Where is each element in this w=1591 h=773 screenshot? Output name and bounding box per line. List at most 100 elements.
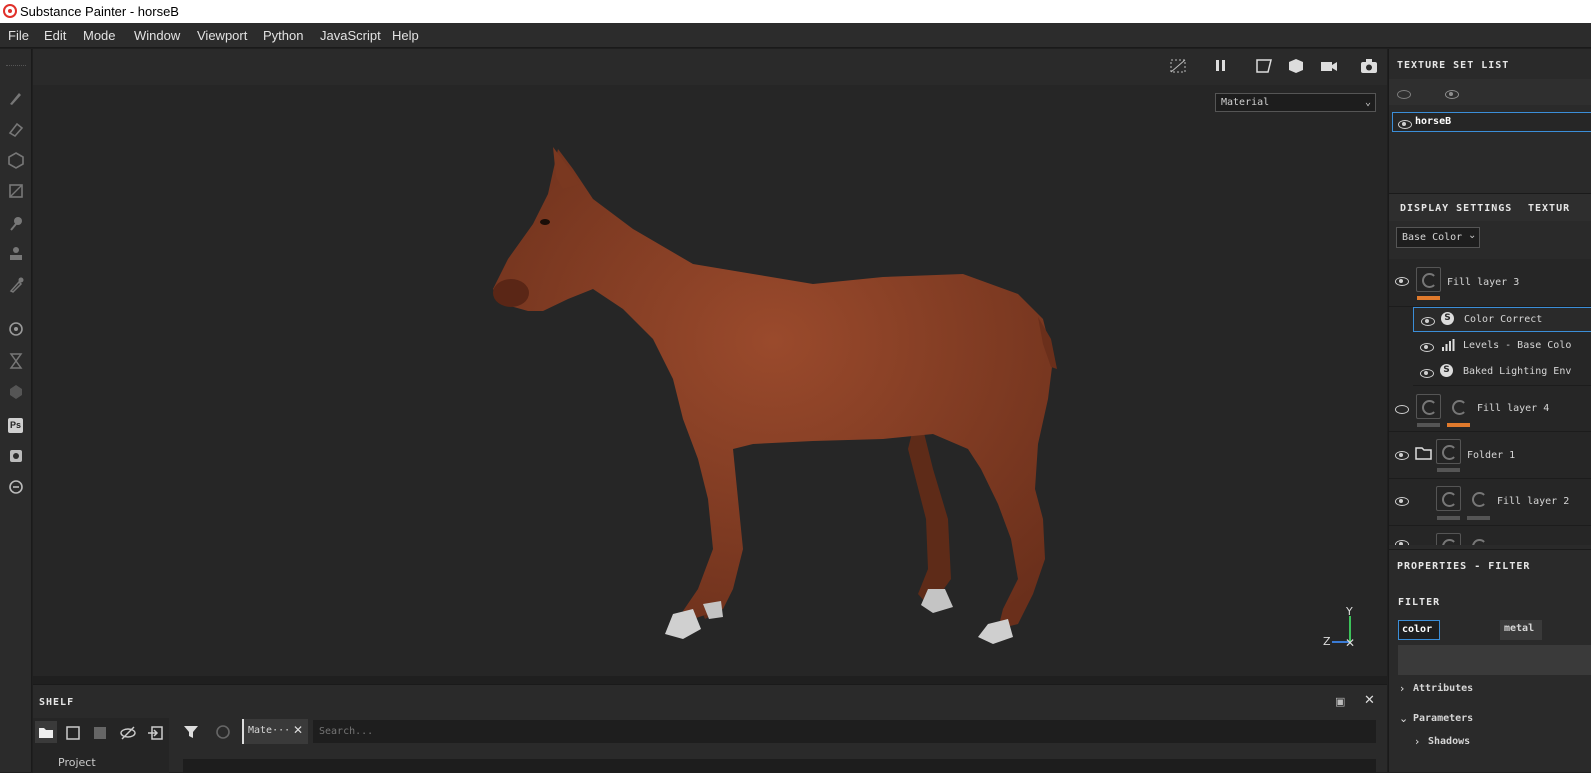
- tool-strip: Ps: [0, 49, 32, 772]
- polygon-fill-icon[interactable]: [6, 182, 26, 202]
- properties-title: PROPERTIES - FILTER: [1397, 561, 1531, 572]
- eraser-icon[interactable]: [6, 120, 26, 140]
- layer-row-fill-4[interactable]: Fill layer 4: [1389, 386, 1591, 432]
- substance-filter-icon: S: [1440, 364, 1453, 377]
- chip-label: color: [1402, 624, 1433, 635]
- substance-share-icon[interactable]: [6, 383, 26, 403]
- tab-display-settings[interactable]: DISPLAY SETTINGS: [1400, 203, 1512, 214]
- plugin-icon[interactable]: [6, 478, 26, 498]
- chevron-down-icon[interactable]: ⌄: [1399, 712, 1408, 725]
- shelf-title: SHELF: [39, 697, 75, 708]
- mask-indicator: [1437, 468, 1460, 472]
- texture-set-list-title: TEXTURE SET LIST: [1397, 60, 1510, 71]
- shelf-search-input[interactable]: [313, 720, 1376, 743]
- paint-brush-icon[interactable]: [6, 89, 26, 109]
- chevron-right-icon[interactable]: ›: [1400, 682, 1404, 695]
- texture-set-toolbar: [1389, 79, 1591, 105]
- right-panel: TEXTURE SET LIST horseB DISPLAY SETTINGS…: [1388, 49, 1591, 772]
- mask-thumbnail: [1446, 394, 1471, 419]
- menu-mode[interactable]: Mode: [83, 28, 116, 43]
- parameters-section[interactable]: Parameters: [1413, 713, 1473, 724]
- new-folder-icon[interactable]: [64, 724, 82, 745]
- clone-stamp-icon[interactable]: [6, 245, 26, 265]
- effect-name: Color Correct: [1464, 314, 1543, 325]
- substance-logo-icon: [3, 4, 17, 18]
- visibility-eye-icon[interactable]: [1420, 343, 1434, 352]
- horse-model[interactable]: [33, 49, 1387, 676]
- menu-javascript[interactable]: JavaScript: [320, 28, 381, 43]
- folder-thumbnail: [1436, 439, 1461, 464]
- bake-hourglass-icon[interactable]: [6, 352, 26, 372]
- menu-viewport[interactable]: Viewport: [197, 28, 247, 43]
- mask-thumbnail: [1466, 486, 1491, 511]
- menu-file[interactable]: File: [8, 28, 29, 43]
- show-all-icon[interactable]: [1444, 90, 1459, 99]
- 3d-viewport[interactable]: Material ⌄ Y Z ✕: [33, 49, 1387, 676]
- visibility-eye-icon[interactable]: [1395, 451, 1409, 460]
- texture-set-name: horseB: [1415, 116, 1452, 127]
- mask-indicator: [1467, 516, 1490, 520]
- layer-row-fill-2[interactable]: Fill layer 2: [1389, 480, 1591, 526]
- import-icon[interactable]: [147, 724, 165, 745]
- visibility-eye-icon[interactable]: [1395, 540, 1409, 545]
- layers-tab-bar: DISPLAY SETTINGS TEXTUR: [1389, 193, 1591, 221]
- effect-name: Levels - Base Colo: [1463, 340, 1572, 351]
- attributes-section[interactable]: Attributes: [1413, 683, 1473, 694]
- effect-row-levels[interactable]: Levels - Base Colo: [1413, 333, 1591, 359]
- shelf-sidebar: Project: [33, 718, 169, 773]
- filter-chip-metal[interactable]: metal: [1500, 620, 1542, 640]
- projection-icon[interactable]: [6, 151, 26, 171]
- refresh-icon[interactable]: [214, 723, 232, 744]
- filter-icon[interactable]: [182, 723, 200, 744]
- close-shelf-icon[interactable]: ✕: [1364, 693, 1375, 708]
- window-title: Substance Painter - horseB: [20, 4, 179, 19]
- folder-icon[interactable]: [35, 721, 57, 743]
- smudge-icon[interactable]: [6, 214, 26, 234]
- visibility-eye-icon[interactable]: [1395, 277, 1409, 286]
- layer-row-partial[interactable]: [1389, 527, 1591, 545]
- menu-window[interactable]: Window: [134, 28, 180, 43]
- menu-help[interactable]: Help: [392, 28, 419, 43]
- axis-gizmo: Y Z ✕: [1322, 605, 1362, 650]
- layer-name: Fill layer 4: [1477, 403, 1550, 414]
- y-axis-label: Y: [1346, 605, 1353, 618]
- substance-source-icon[interactable]: [6, 320, 26, 340]
- camera-export-icon[interactable]: [6, 447, 26, 467]
- close-tab-icon[interactable]: ✕: [293, 723, 303, 737]
- x-axis-marker: ✕: [1345, 636, 1356, 650]
- visibility-eye-off-icon[interactable]: [1395, 405, 1409, 414]
- visibility-eye-icon[interactable]: [1398, 120, 1412, 129]
- project-label[interactable]: Project: [58, 756, 96, 769]
- color-picker-icon[interactable]: [6, 276, 26, 296]
- tab-texture[interactable]: TEXTUR: [1528, 203, 1570, 214]
- visibility-eye-icon[interactable]: [1421, 317, 1435, 326]
- shelf-tab-materials[interactable]: Mate··· ✕: [242, 719, 308, 744]
- channel-select[interactable]: Base Color ⌄: [1396, 227, 1480, 248]
- hide-all-icon[interactable]: [1397, 90, 1411, 99]
- title-bar: Substance Painter - horseB: [0, 0, 1591, 23]
- mask-thumbnail: [1466, 533, 1491, 545]
- float-panel-icon[interactable]: ▣: [1335, 695, 1345, 708]
- menu-python[interactable]: Python: [263, 28, 303, 43]
- hidden-icon[interactable]: [119, 724, 137, 745]
- visibility-eye-icon[interactable]: [1420, 369, 1434, 378]
- effect-name: Baked Lighting Env: [1463, 366, 1572, 377]
- mask-indicator: [1437, 516, 1460, 520]
- effect-row-baked-lighting[interactable]: S Baked Lighting Env: [1413, 359, 1591, 386]
- mask-indicator: [1417, 423, 1440, 427]
- effect-row-color-correct[interactable]: S Color Correct: [1413, 307, 1591, 332]
- photoshop-icon[interactable]: Ps: [8, 418, 23, 433]
- shelf-thumbnail-strip: [183, 759, 1376, 773]
- save-icon[interactable]: [91, 724, 109, 745]
- chevron-right-icon[interactable]: ›: [1415, 735, 1419, 748]
- channel-select-value: Base Color: [1402, 232, 1463, 243]
- layer-row-fill-3[interactable]: Fill layer 3: [1389, 259, 1591, 307]
- layer-row-folder-1[interactable]: Folder 1: [1389, 433, 1591, 479]
- filter-chip-color[interactable]: color: [1398, 620, 1440, 640]
- folder-open-icon: [1415, 445, 1433, 464]
- shadows-section[interactable]: Shadows: [1428, 736, 1470, 747]
- shelf-tab-label: Mate···: [248, 725, 291, 736]
- menu-edit[interactable]: Edit: [44, 28, 66, 43]
- texture-set-item[interactable]: horseB: [1392, 112, 1591, 132]
- visibility-eye-icon[interactable]: [1395, 497, 1409, 506]
